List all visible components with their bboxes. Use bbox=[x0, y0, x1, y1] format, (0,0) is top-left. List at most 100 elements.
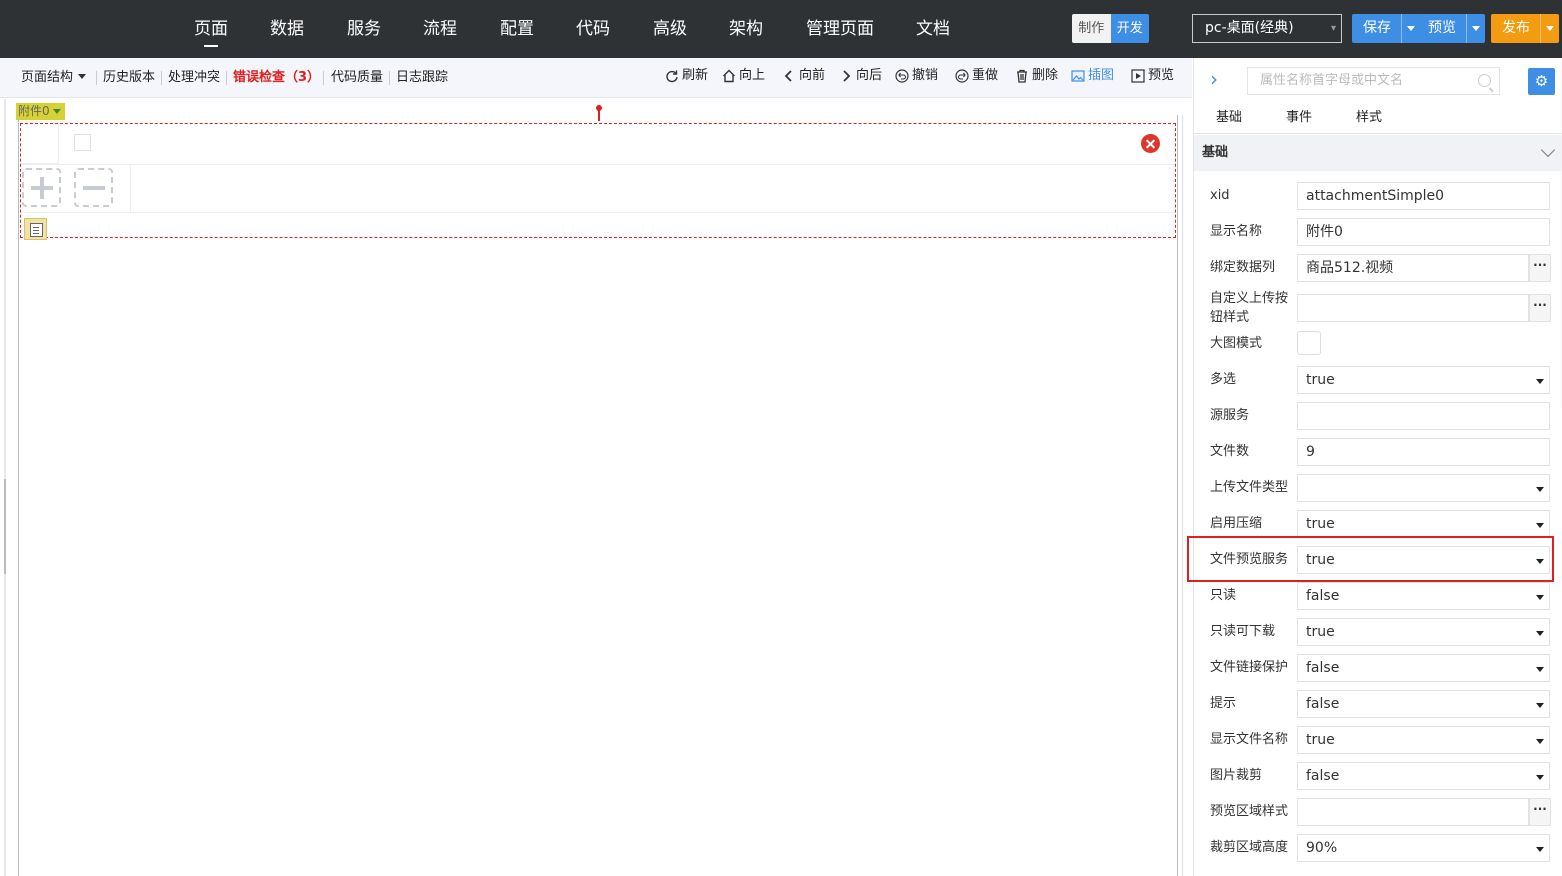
prop-compression-select[interactable]: true bbox=[1297, 510, 1550, 538]
prop-label: 只读 bbox=[1210, 588, 1237, 603]
forward-button[interactable]: 向后 bbox=[839, 68, 882, 84]
nav-item-advanced[interactable]: 高级 bbox=[653, 17, 687, 41]
prop-large-image-mode-checkbox[interactable] bbox=[1297, 331, 1321, 355]
save-button-group: 保存 bbox=[1352, 14, 1420, 43]
prop-label: 显示名称 bbox=[1210, 224, 1263, 239]
prop-preview-area-style-input[interactable] bbox=[1297, 798, 1529, 826]
prop-label: 上传文件类型 bbox=[1210, 480, 1289, 495]
preview-button[interactable]: 预览 bbox=[1417, 14, 1466, 43]
log-trace-button[interactable]: 日志跟踪 bbox=[396, 70, 448, 86]
prop-image-crop-select[interactable]: false bbox=[1297, 762, 1550, 790]
prop-label: 只读可下载 bbox=[1210, 624, 1276, 639]
insert-image-button[interactable]: 插图 bbox=[1071, 68, 1114, 84]
nav-item-data[interactable]: 数据 bbox=[270, 17, 304, 41]
attachment-component[interactable] bbox=[20, 123, 1176, 240]
publish-dropdown-icon[interactable] bbox=[1540, 14, 1559, 43]
add-file-icon[interactable] bbox=[22, 168, 61, 207]
caret-down-icon bbox=[1536, 847, 1544, 852]
nav-item-service[interactable]: 服务 bbox=[347, 17, 381, 41]
prop-crop-area-height-select[interactable]: 90% bbox=[1297, 834, 1550, 862]
property-search-placeholder: 属性名称首字母或中文名 bbox=[1260, 73, 1404, 88]
prop-row-bind-column: 绑定数据列 商品512.视频 ··· bbox=[1194, 250, 1562, 286]
code-quality-button[interactable]: 代码质量 bbox=[331, 70, 383, 86]
back-button[interactable]: 向前 bbox=[782, 68, 825, 84]
property-search-input[interactable]: 属性名称首字母或中文名 bbox=[1247, 67, 1500, 95]
tab-basic[interactable]: 基础 bbox=[1216, 110, 1242, 126]
refresh-button[interactable]: 刷新 bbox=[665, 68, 708, 84]
prop-show-filename-select[interactable]: true bbox=[1297, 726, 1550, 754]
nav-item-architecture[interactable]: 架构 bbox=[729, 17, 763, 41]
left-scroll-thumb[interactable] bbox=[4, 479, 6, 574]
ellipsis-icon[interactable]: ··· bbox=[1529, 254, 1551, 282]
preview-dropdown-icon[interactable] bbox=[1466, 14, 1485, 43]
conflict-button[interactable]: 处理冲突 bbox=[168, 70, 220, 86]
publish-button-group: 发布 bbox=[1491, 14, 1559, 43]
prop-upload-button-style-input[interactable] bbox=[1297, 294, 1529, 322]
prop-xid-input[interactable]: attachmentSimple0 bbox=[1297, 182, 1550, 210]
undo-button[interactable]: 撤销 bbox=[895, 68, 938, 84]
page-structure-menu[interactable]: 页面结构 bbox=[21, 70, 87, 86]
device-select[interactable]: pc-桌面(经典) ▾ bbox=[1192, 14, 1342, 43]
caret-down-icon bbox=[1536, 595, 1544, 600]
redo-button[interactable]: 重做 bbox=[955, 68, 998, 84]
divider bbox=[130, 164, 131, 212]
preview-page-button[interactable]: 预览 bbox=[1131, 68, 1174, 84]
tab-style[interactable]: 样式 bbox=[1356, 110, 1382, 126]
chevron-down-icon: ▾ bbox=[1330, 23, 1336, 34]
nav-item-config[interactable]: 配置 bbox=[500, 17, 534, 41]
divider bbox=[21, 164, 1175, 165]
mode-make-option[interactable]: 制作 bbox=[1072, 14, 1111, 43]
prop-hint-select[interactable]: false bbox=[1297, 690, 1550, 718]
nav-item-admin-page[interactable]: 管理页面 bbox=[806, 17, 874, 41]
list-icon[interactable] bbox=[24, 218, 47, 240]
image-icon bbox=[1071, 70, 1085, 82]
error-check-button[interactable]: 错误检查（3） bbox=[233, 70, 320, 86]
prop-readonly-select[interactable]: false bbox=[1297, 582, 1550, 610]
up-label: 向上 bbox=[739, 68, 766, 83]
chevron-left-icon bbox=[784, 70, 792, 82]
nav-item-docs[interactable]: 文档 bbox=[916, 17, 950, 41]
page-structure-label: 页面结构 bbox=[21, 70, 74, 85]
toolbar-divider bbox=[96, 71, 97, 85]
gear-icon[interactable]: ⚙ bbox=[1528, 68, 1555, 95]
prop-source-service-input[interactable] bbox=[1297, 402, 1550, 430]
caret-down-icon bbox=[1536, 667, 1544, 672]
prop-display-name-input[interactable]: 附件0 bbox=[1297, 218, 1550, 246]
attachment-select-checkbox[interactable] bbox=[74, 134, 91, 151]
insert-image-label: 插图 bbox=[1088, 68, 1115, 83]
prop-readonly-download-select[interactable]: true bbox=[1297, 618, 1550, 646]
preview-button-group: 预览 bbox=[1417, 14, 1485, 43]
property-tabs: 基础 事件 样式 bbox=[1194, 104, 1562, 134]
chevron-right-icon[interactable]: › bbox=[1210, 67, 1218, 91]
nav-item-page[interactable]: 页面 bbox=[194, 17, 228, 41]
prop-upload-file-type-select[interactable] bbox=[1297, 474, 1550, 502]
nav-item-code[interactable]: 代码 bbox=[576, 17, 610, 41]
close-icon[interactable] bbox=[1141, 134, 1160, 153]
ellipsis-icon[interactable]: ··· bbox=[1529, 798, 1551, 826]
history-button[interactable]: 历史版本 bbox=[103, 70, 155, 86]
tab-events[interactable]: 事件 bbox=[1286, 110, 1312, 126]
caret-down-icon bbox=[1536, 775, 1544, 780]
prop-link-protection-select[interactable]: false bbox=[1297, 654, 1550, 682]
prop-multiple-select[interactable]: true bbox=[1297, 366, 1550, 394]
prop-row-xid: xid attachmentSimple0 bbox=[1194, 178, 1562, 214]
editor-toolbar: 页面结构 历史版本 处理冲突 错误检查（3） 代码质量 日志跟踪 刷新 向上 向… bbox=[0, 58, 1192, 98]
save-button[interactable]: 保存 bbox=[1352, 14, 1401, 43]
component-tag[interactable]: 附件0 bbox=[16, 103, 65, 120]
design-canvas[interactable]: 附件0 bbox=[0, 99, 1192, 876]
toolbar-divider bbox=[226, 71, 227, 85]
remove-file-icon[interactable] bbox=[74, 168, 113, 207]
mode-toggle[interactable]: 制作 开发 bbox=[1072, 14, 1149, 43]
nav-item-process[interactable]: 流程 bbox=[423, 17, 457, 41]
prop-file-count-input[interactable]: 9 bbox=[1297, 438, 1550, 466]
delete-button[interactable]: 删除 bbox=[1015, 68, 1058, 84]
ellipsis-icon[interactable]: ··· bbox=[1529, 294, 1551, 322]
up-button[interactable]: 向上 bbox=[722, 68, 765, 84]
prop-bind-column-input[interactable]: 商品512.视频 bbox=[1297, 254, 1529, 282]
prop-row-readonly: 只读 false bbox=[1194, 578, 1562, 614]
mode-dev-option[interactable]: 开发 bbox=[1110, 14, 1149, 43]
prop-row-upload-button-style: 自定义上传按钮样式 ··· bbox=[1194, 290, 1562, 326]
prop-row-multiple: 多选 true bbox=[1194, 362, 1562, 398]
publish-button[interactable]: 发布 bbox=[1491, 14, 1540, 43]
section-basic-header[interactable]: 基础 bbox=[1194, 135, 1562, 171]
